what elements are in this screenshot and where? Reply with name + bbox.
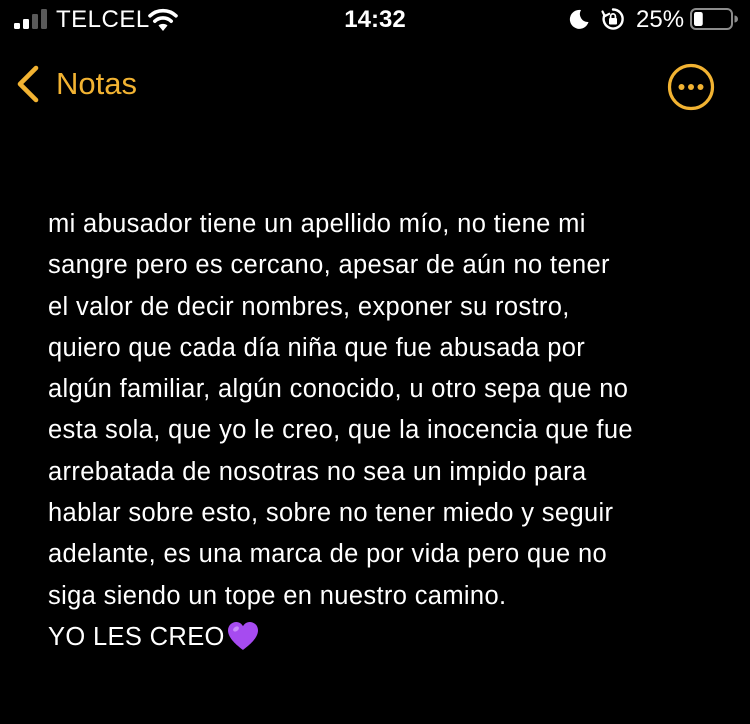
battery-percentage: 25% <box>636 6 685 33</box>
ellipsis-circle-icon <box>667 63 715 111</box>
note-line: adelante, es una marca de por vida pero … <box>48 540 608 569</box>
note-line: hablar sobre esto, sobre no tener miedo … <box>48 499 614 528</box>
more-options-button[interactable] <box>667 63 715 111</box>
note-line: siga siendo un tope en nuestro camino. <box>48 581 507 610</box>
note-line: esta sola, que yo le creo, que la inocen… <box>48 416 633 445</box>
note-closing-text: YO LES CREO <box>48 622 225 651</box>
chevron-left-icon <box>17 65 39 103</box>
status-bar: TELCEL 14:32 25% <box>0 0 750 44</box>
note-closing-line: YO LES CREO <box>48 617 748 658</box>
back-button-label: Notas <box>56 66 137 101</box>
note-line: el valor de decir nombres, exponer su ro… <box>48 292 570 321</box>
battery-icon <box>690 8 738 30</box>
note-line: quiero que cada día niña que fue abusada… <box>48 333 586 362</box>
note-line: sangre pero es cercano, apesar de aún no… <box>48 251 610 280</box>
back-to-notes-button[interactable]: Notas <box>14 60 137 108</box>
purple-heart-icon <box>227 621 258 650</box>
orientation-lock-icon <box>601 8 624 30</box>
note-line: mi abusador tiene un apellido mío, no ti… <box>48 210 586 238</box>
note-line: arrebatada de nosotras no sea un impido … <box>48 457 587 486</box>
note-body[interactable]: mi abusador tiene un apellido mío, no ti… <box>48 204 748 658</box>
note-line: algún familiar, algún conocido, u otro s… <box>48 375 629 404</box>
do-not-disturb-moon-icon <box>569 9 589 29</box>
